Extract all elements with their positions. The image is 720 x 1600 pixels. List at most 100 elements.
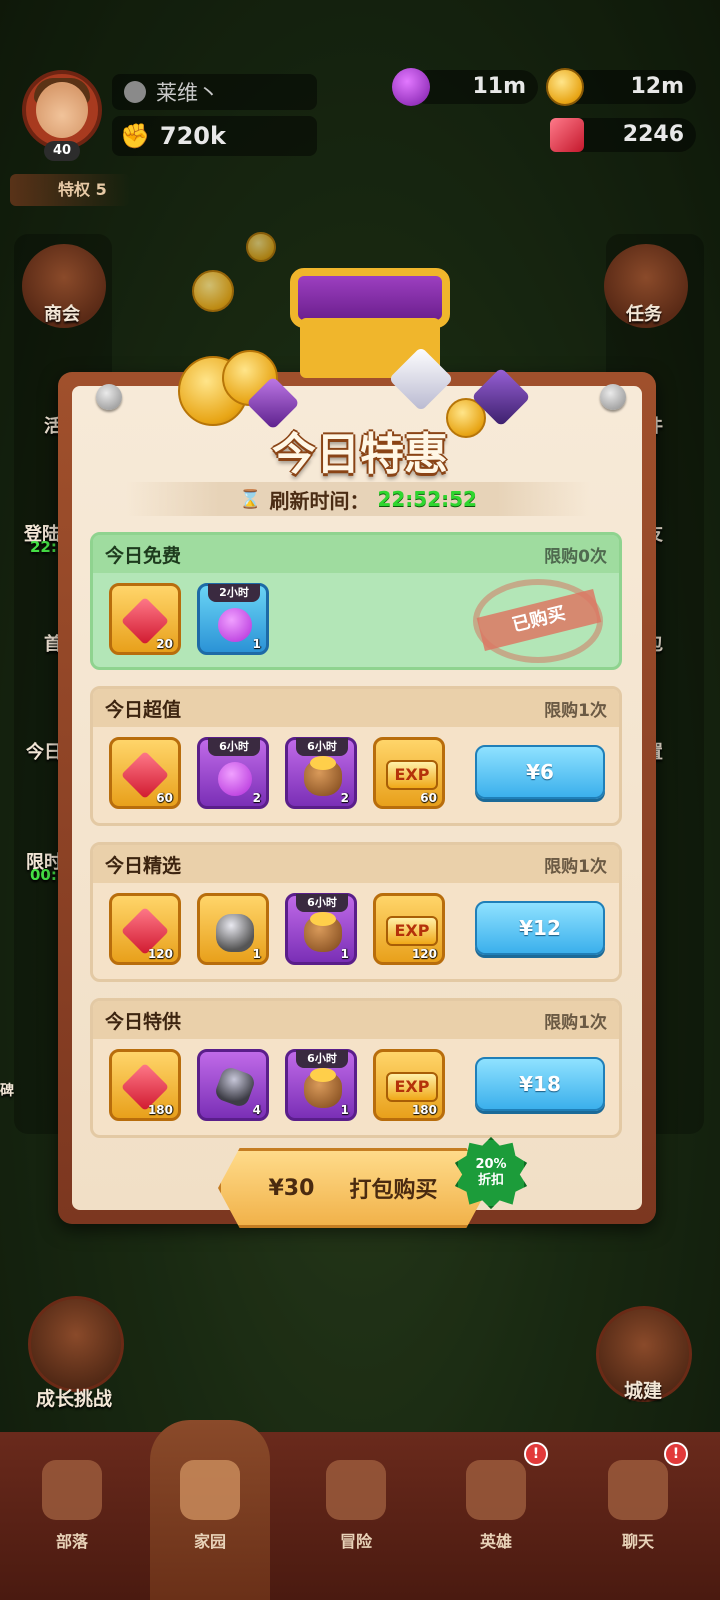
item-qty: 60 xyxy=(156,791,173,805)
reward-item[interactable]: 60 xyxy=(109,737,181,809)
offer-section-value: 今日超值 限购1次 60 6小时 2 6小时 2 EXP 60 ¥6 xyxy=(90,686,622,826)
tab-tribe[interactable]: 部落 xyxy=(12,1446,132,1586)
side-label-today: 今日 xyxy=(26,742,62,763)
offer-section-special: 今日特供 限购1次 180 4 6小时 1 EXP 180 ¥18 xyxy=(90,998,622,1138)
section-limit: 限购0次 xyxy=(544,546,607,567)
tab-label: 聊天 xyxy=(621,1532,654,1551)
reward-item[interactable]: EXP 60 xyxy=(373,737,445,809)
reward-item[interactable]: 4 xyxy=(197,1049,269,1121)
section-title: 今日精选 xyxy=(105,854,182,877)
side-label-quest: 任务 xyxy=(626,304,662,325)
section-limit: 限购1次 xyxy=(544,700,607,721)
section-limit: 限购1次 xyxy=(544,856,607,877)
growth-challenge-label: 成长挑战 xyxy=(36,1388,113,1410)
home-icon xyxy=(180,1460,240,1520)
gold-bag-icon xyxy=(304,756,342,796)
bundle-price: ¥30 xyxy=(268,1175,315,1201)
item-qty: 180 xyxy=(147,1103,173,1117)
exp-icon: EXP xyxy=(386,916,438,946)
coin-icon xyxy=(246,232,276,262)
reward-item[interactable]: EXP 180 xyxy=(373,1049,445,1121)
buy-button[interactable]: ¥6 xyxy=(475,745,605,799)
exp-icon: EXP xyxy=(386,1072,438,1102)
reward-item[interactable]: 180 xyxy=(109,1049,181,1121)
elixir-icon xyxy=(392,68,430,106)
item-qty: 2 xyxy=(340,791,349,805)
item-qty: 2 xyxy=(252,791,261,805)
exp-icon: EXP xyxy=(386,760,438,790)
item-qty: 1 xyxy=(340,947,349,961)
tab-label: 部落 xyxy=(55,1532,88,1551)
section-title: 今日超值 xyxy=(105,698,182,721)
gem-plus-icon[interactable] xyxy=(550,118,584,152)
player-power: 720k xyxy=(159,122,226,150)
player-power-bar: ✊ 720k xyxy=(112,116,317,156)
city-build-label: 城建 xyxy=(624,1380,663,1402)
reward-item[interactable]: 2小时 1 xyxy=(197,583,269,655)
tab-heroes[interactable]: 英雄 xyxy=(436,1446,556,1586)
reward-item[interactable]: 20 xyxy=(109,583,181,655)
reward-item[interactable]: 6小时 1 xyxy=(285,893,357,965)
item-duration-tag: 6小时 xyxy=(296,894,348,912)
hourglass-icon: ⌛ xyxy=(239,488,262,510)
player-level-badge: 40 xyxy=(44,141,80,161)
privilege-badge[interactable]: 特权 5 xyxy=(10,174,130,206)
bundle-label: 打包购买 xyxy=(349,1178,438,1203)
buy-button[interactable]: ¥12 xyxy=(475,901,605,955)
potion-icon xyxy=(218,762,252,796)
fist-icon: ✊ xyxy=(120,122,150,150)
section-header: 今日免费 限购0次 xyxy=(93,535,619,573)
tab-label: 家园 xyxy=(193,1532,226,1551)
reward-item[interactable]: 6小时 1 xyxy=(285,1049,357,1121)
section-header: 今日特供 限购1次 xyxy=(93,1001,619,1039)
reward-item[interactable]: 6小时 2 xyxy=(197,737,269,809)
chat-alert-badge: ! xyxy=(664,1442,688,1466)
growth-challenge-button[interactable] xyxy=(28,1296,124,1392)
gold-coin-icon xyxy=(546,68,584,106)
viking-helmet-icon xyxy=(466,1460,526,1520)
offer-section-free: 今日免费 限购0次 20 2小时 1 已购买 xyxy=(90,532,622,670)
item-qty: 20 xyxy=(156,637,173,651)
item-qty: 4 xyxy=(252,1103,261,1117)
side-label-limited-timer: 00: xyxy=(30,866,57,884)
discount-text: 折扣 xyxy=(477,1173,504,1188)
heroes-alert-badge: ! xyxy=(524,1442,548,1466)
coin-icon xyxy=(192,270,234,312)
bundle-buy-button[interactable]: ¥30 打包购买 xyxy=(218,1148,488,1228)
reward-item[interactable]: 1 xyxy=(197,893,269,965)
ore-icon xyxy=(216,914,254,952)
item-duration-tag: 6小时 xyxy=(208,738,260,756)
player-avatar[interactable] xyxy=(22,70,102,150)
tab-label: 冒险 xyxy=(339,1532,372,1551)
refresh-time: 22:52:52 xyxy=(377,487,477,511)
player-name-bar[interactable]: 莱维丶 xyxy=(112,74,317,110)
item-qty: 1 xyxy=(252,947,261,961)
buy-button[interactable]: ¥18 xyxy=(475,1057,605,1111)
player-name: 莱维丶 xyxy=(156,81,219,105)
tribe-flag-icon xyxy=(42,1460,102,1520)
reward-item[interactable]: 120 xyxy=(109,893,181,965)
reward-item[interactable]: 6小时 2 xyxy=(285,737,357,809)
gold-amount: 12m xyxy=(630,74,684,99)
refresh-label: 刷新时间： xyxy=(269,488,370,513)
section-title: 今日特供 xyxy=(105,1010,182,1033)
item-duration-tag: 6小时 xyxy=(296,1050,348,1068)
item-duration-tag: 2小时 xyxy=(208,584,260,602)
tab-home[interactable]: 家园 xyxy=(150,1420,270,1600)
gold-bag-icon xyxy=(304,1068,342,1108)
refresh-timer-bar: ⌛ 刷新时间： 22:52:52 xyxy=(126,482,590,516)
offer-section-selected: 今日精选 限购1次 120 1 6小时 1 EXP 120 ¥12 xyxy=(90,842,622,982)
tab-chat[interactable]: 聊天 xyxy=(578,1446,698,1586)
guild-badge-icon xyxy=(124,81,146,103)
section-header: 今日超值 限购1次 xyxy=(93,689,619,727)
tab-adventure[interactable]: 冒险 xyxy=(296,1446,416,1586)
gold-bag-icon xyxy=(304,912,342,952)
item-qty: 1 xyxy=(340,1103,349,1117)
reward-item[interactable]: EXP 120 xyxy=(373,893,445,965)
side-label-login-timer: 22: xyxy=(30,538,57,556)
item-duration-tag: 6小时 xyxy=(296,738,348,756)
potion-icon xyxy=(218,608,252,642)
modal-title: 今日特惠 xyxy=(272,429,448,480)
left-edge-label: 碑 xyxy=(0,1083,14,1099)
item-qty: 120 xyxy=(147,947,173,961)
